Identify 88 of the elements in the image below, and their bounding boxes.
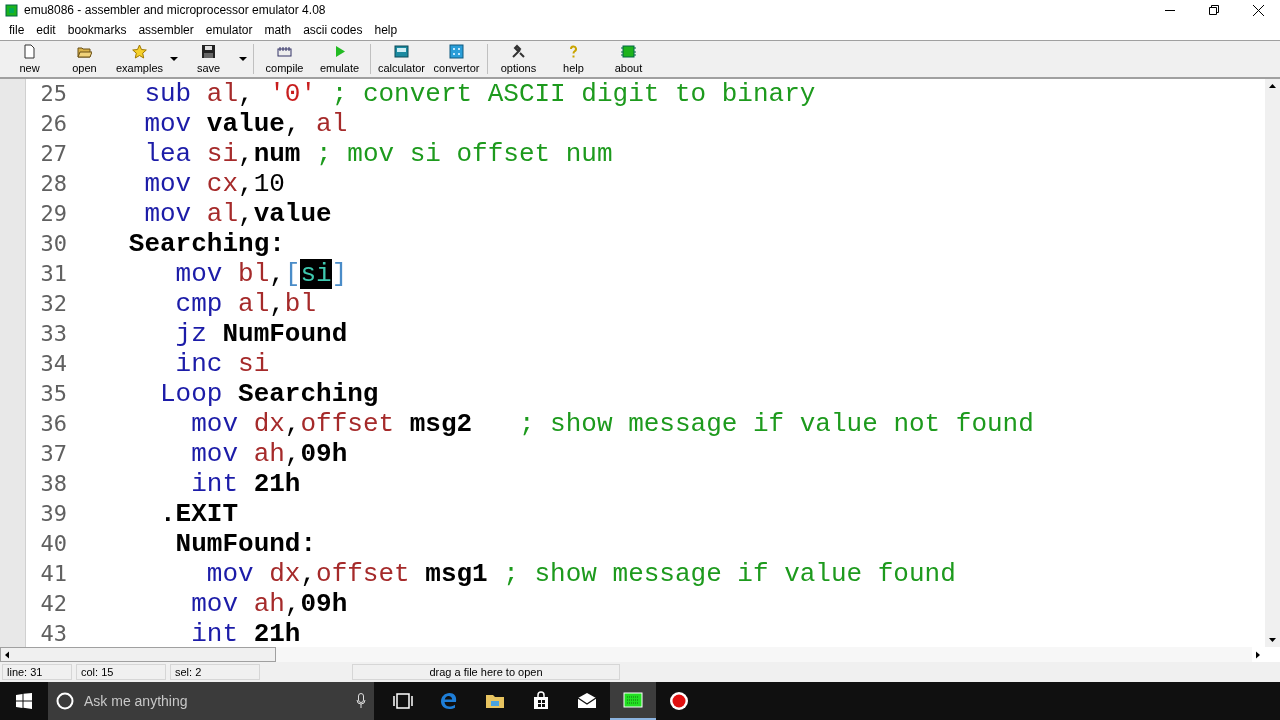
toolbar-button[interactable]: new [2,41,57,77]
shopping-bag-icon [531,691,551,711]
code-line[interactable]: lea si,num ; mov si offset num [82,139,613,169]
line-number: 34 [39,350,67,378]
toolbar-button[interactable]: convertor [429,41,484,77]
menu-item[interactable]: math [258,21,298,39]
microphone-icon [356,693,366,709]
menu-item[interactable]: ascii codes [297,21,369,39]
line-number: 28 [39,170,67,198]
caret-icon [239,57,247,61]
save-icon [201,43,216,59]
calculator-icon [394,43,409,59]
about-icon [621,43,636,59]
line-number: 31 [39,260,67,288]
code-line[interactable]: mov bl,[si] [82,259,348,289]
line-number: 29 [39,200,67,228]
line-number: 27 [39,140,67,168]
code-line[interactable]: mov cx,10 [82,169,285,199]
vertical-scrollbar[interactable] [1265,79,1280,647]
line-number: 41 [39,560,67,588]
line-number: 40 [39,530,67,558]
taskbar-button[interactable] [610,682,656,720]
task-view-icon [393,691,413,711]
line-number: 35 [39,380,67,408]
search-circle-icon [56,692,74,710]
toolbar-button[interactable]: about [601,41,656,77]
code-line[interactable]: Searching: [82,229,285,259]
code-line[interactable]: int 21h [82,469,301,499]
menu-item[interactable]: edit [30,21,62,39]
menu-item[interactable]: file [3,21,31,39]
new-icon [22,43,37,59]
code-line[interactable]: mov al,value [82,199,332,229]
caret-icon [170,57,178,61]
line-number: 37 [39,440,67,468]
line-number: 32 [39,290,67,318]
code-line[interactable]: mov value, al [82,109,348,139]
search-box[interactable]: Ask me anything [48,682,374,720]
toolbar-button[interactable]: save [181,41,236,77]
record-icon [669,691,689,711]
windows-icon [16,693,32,709]
browser-icon [439,691,459,711]
line-number: 26 [39,110,67,138]
toolbar-button[interactable]: open [57,41,112,77]
code-line[interactable]: mov dx,offset msg1 ; show message if value found [82,559,956,589]
status-column: col: 15 [76,664,166,680]
toolbar-button[interactable]: emulate [312,41,367,77]
code-line[interactable]: sub al, '0' ; convert ASCII digit to binary [82,79,816,109]
examples-icon [132,43,147,59]
code-line[interactable]: jz NumFound [82,319,348,349]
menu-item[interactable]: assembler [132,21,200,39]
chip-icon [623,690,643,710]
toolbar-button[interactable]: calculator [374,41,429,77]
menu-item[interactable]: emulator [199,21,259,39]
line-number: 30 [39,230,67,258]
line-number: 43 [39,620,67,647]
code-line[interactable]: NumFound: [82,529,317,559]
menu-item[interactable]: bookmarks [61,21,133,39]
close-icon [1252,4,1264,16]
menu-item[interactable]: help [368,21,404,39]
horizontal-scrollbar[interactable] [0,647,276,662]
code-line[interactable]: cmp al,bl [82,289,317,319]
code-line[interactable]: .EXIT [82,499,239,529]
convertor-icon [449,43,464,59]
minimize-icon [1165,9,1175,11]
line-number: 38 [39,470,67,498]
code-line[interactable]: mov dx,offset msg2 ; show message if value not found [82,409,1034,439]
status-selection: sel: 2 [170,664,260,680]
code-line[interactable]: inc si [82,349,270,379]
line-number: 25 [39,80,67,108]
line-number: 39 [39,500,67,528]
code-line[interactable]: mov ah,09h [82,439,348,469]
toolbar-button[interactable]: compile [257,41,312,77]
mail-icon [577,691,597,711]
search-field[interactable]: Ask me anything [84,690,346,712]
code-line[interactable]: mov ah,09h [82,589,348,619]
code-line[interactable]: int 21h [82,619,301,647]
options-icon [511,43,526,59]
status-hint: drag a file here to open [352,664,620,680]
window-title: emu8086 - assembler and microprocessor emulator 4.08 [24,2,326,19]
code-line[interactable]: Loop Searching [82,379,379,409]
line-number: 42 [39,590,67,618]
app-icon [5,3,18,17]
toolbar-button[interactable]: options [491,41,546,77]
toolbar-button[interactable]: examples [112,41,167,77]
line-number: 33 [39,320,67,348]
toolbar-button[interactable]: help [546,41,601,77]
line-number: 36 [39,410,67,438]
restore-icon [1209,5,1219,15]
